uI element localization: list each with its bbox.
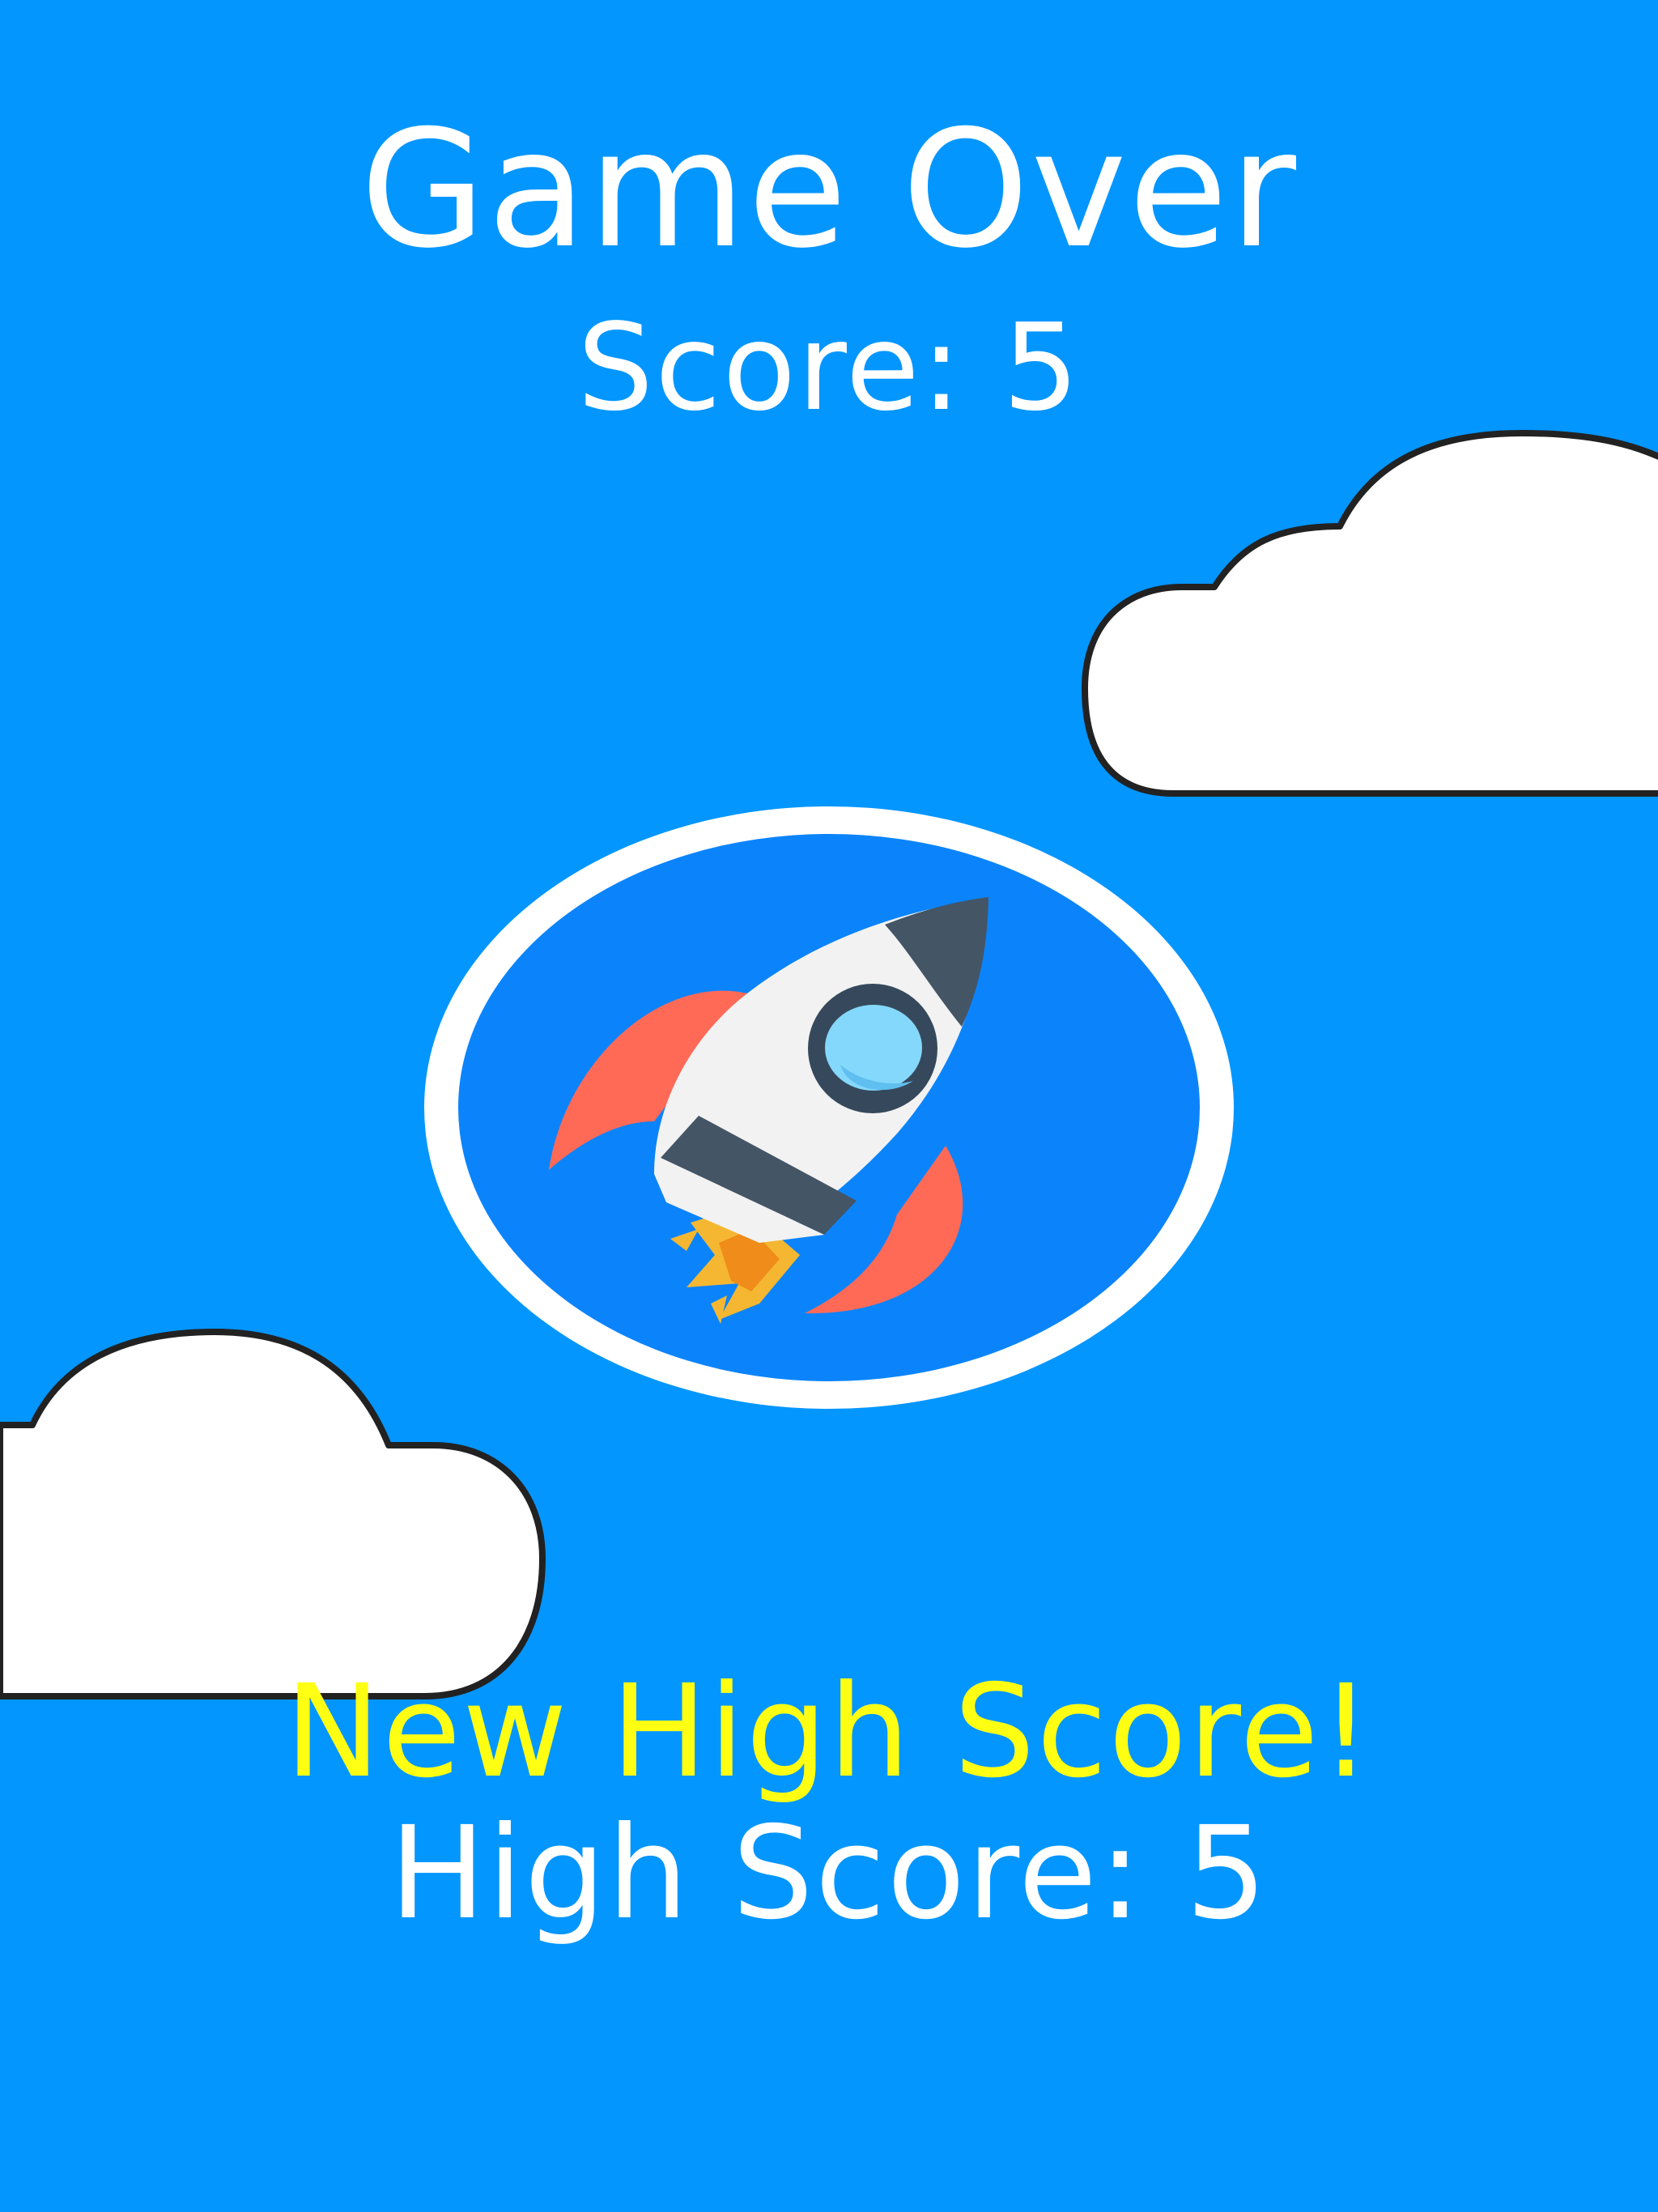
rocket-emblem: [424, 806, 1234, 1409]
current-score: Score: 5: [577, 298, 1081, 437]
game-over-screen: Game Over Score: 5 New High Score! High …: [0, 0, 1658, 2212]
cloud-icon: [1082, 430, 1658, 797]
game-over-title: Game Over: [359, 96, 1299, 284]
high-score: High Score: 5: [389, 1799, 1269, 1948]
new-high-score-banner: New High Score!: [284, 1657, 1374, 1806]
